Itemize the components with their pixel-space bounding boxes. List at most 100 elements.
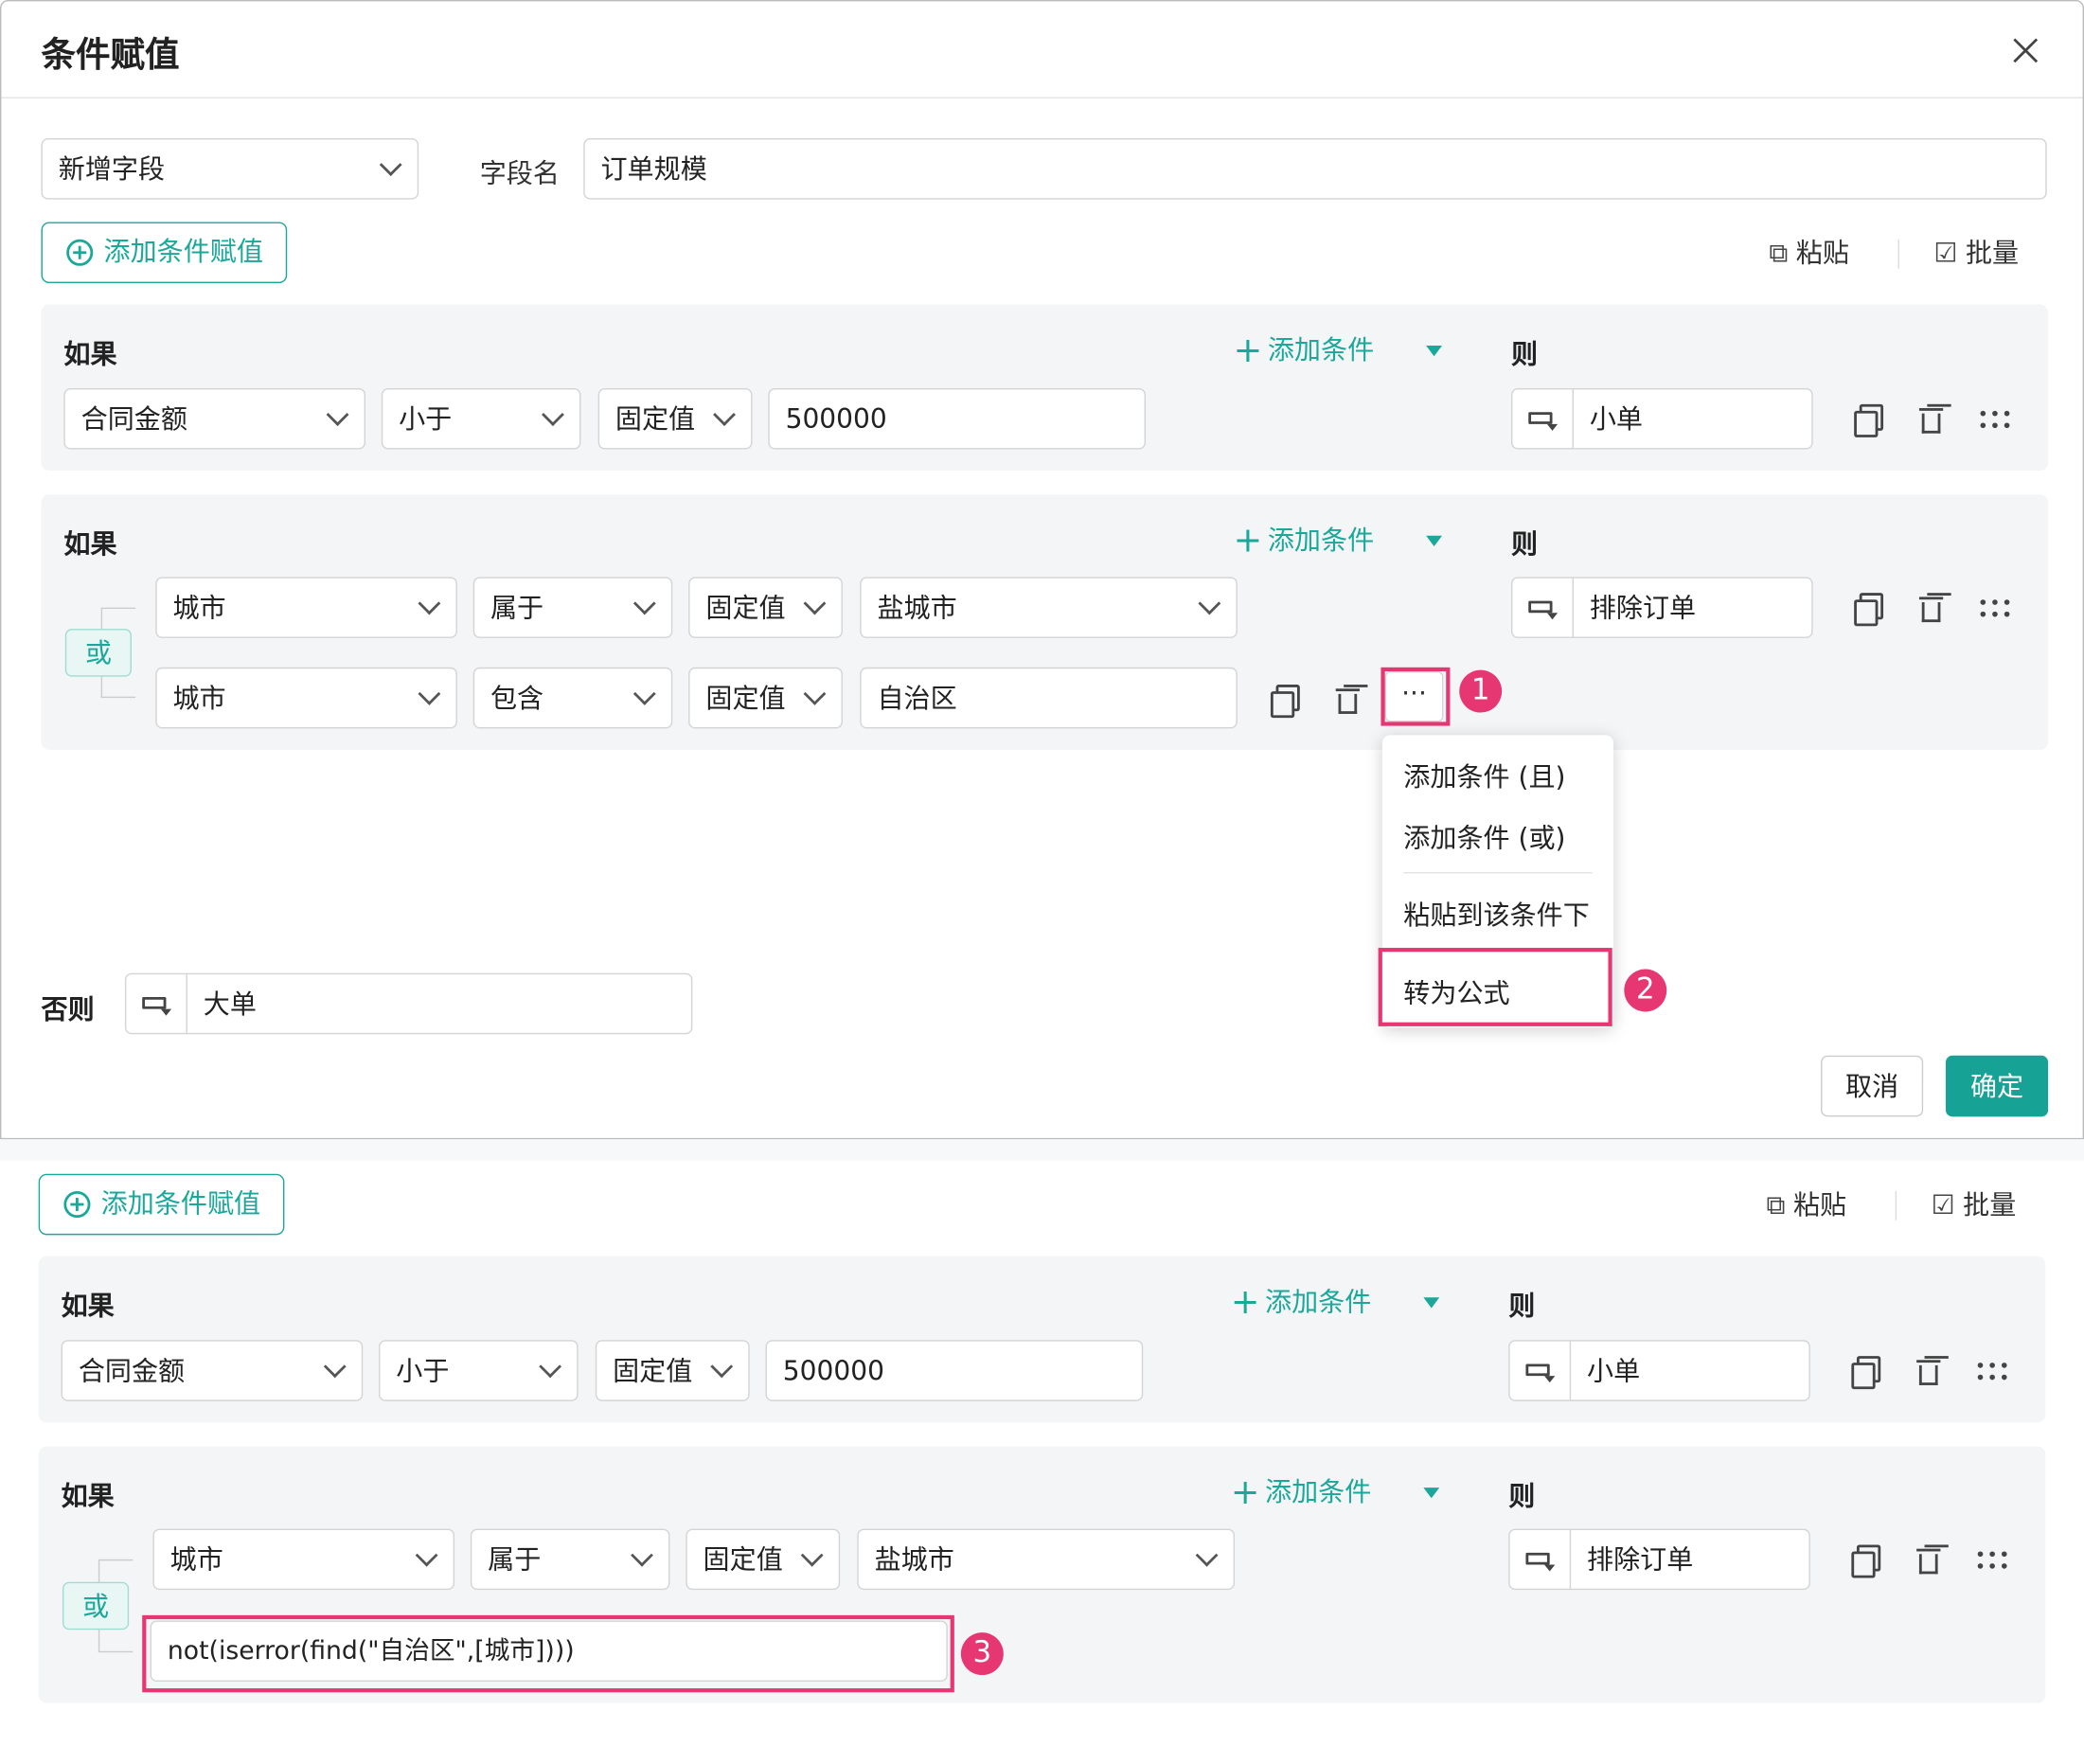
drag-handle-icon[interactable] (1980, 599, 2013, 618)
result-input[interactable]: 小单 (1511, 387, 1813, 450)
value-type-select[interactable]: 固定值 (595, 1340, 750, 1401)
value-type-icon[interactable] (1510, 1530, 1572, 1589)
condition-value-input[interactable]: 自治区 (860, 667, 1238, 729)
operator-select[interactable]: 包含 (472, 667, 673, 729)
caret-down-icon[interactable] (1426, 346, 1443, 357)
paste-button[interactable]: ⧉ 粘贴 (1767, 1185, 1847, 1222)
or-badge[interactable]: 或 (64, 629, 132, 677)
result-input[interactable]: 小单 (1508, 1340, 1810, 1401)
add-condition-label: 添加条件 (1267, 333, 1375, 366)
result-input[interactable]: 排除订单 (1511, 577, 1813, 638)
add-condition-button[interactable]: + 添加条件 (1231, 1473, 1372, 1511)
caret-down-icon[interactable] (1423, 1488, 1440, 1499)
chevron-down-icon (632, 592, 656, 615)
drag-handle-icon[interactable] (1980, 410, 2013, 430)
or-badge[interactable]: 或 (62, 1581, 130, 1630)
trash-icon[interactable] (1916, 1356, 1941, 1385)
drag-handle-icon[interactable] (1977, 1551, 2010, 1570)
operator-select[interactable]: 属于 (472, 577, 673, 638)
field-mode-value: 新增字段 (58, 152, 166, 186)
caret-down-icon[interactable] (1426, 535, 1443, 547)
condition-value-select[interactable]: 盐城市 (857, 1528, 1236, 1591)
copy-icon[interactable] (1851, 1544, 1881, 1578)
add-condition-label: 添加条件 (1265, 1285, 1372, 1318)
menu-add-or[interactable]: 添加条件 (或) (1403, 816, 1565, 855)
trash-icon[interactable] (1918, 593, 1944, 623)
field-value: 城市 (172, 591, 226, 624)
field-select[interactable]: 合同金额 (61, 1340, 364, 1401)
copy-icon[interactable] (1270, 685, 1300, 719)
value-type-icon[interactable] (1512, 578, 1574, 637)
drag-handle-icon[interactable] (1977, 1363, 2010, 1381)
batch-button[interactable]: ☑ 批量 (1932, 1185, 2017, 1222)
add-condition-button[interactable]: + 添加条件 (1231, 1283, 1372, 1322)
copy-icon[interactable] (1854, 593, 1884, 627)
paste-icon: ⧉ (1769, 236, 1789, 269)
copy-icon[interactable] (1851, 1356, 1881, 1390)
value-type-value: 固定值 (705, 682, 786, 714)
result-input[interactable]: 排除订单 (1508, 1528, 1810, 1591)
operator-value: 属于 (488, 1543, 542, 1576)
condition-value-input[interactable]: 500000 (768, 387, 1146, 450)
divider (1895, 1190, 1897, 1221)
add-condition-button[interactable]: + 添加条件 (1234, 521, 1375, 560)
value-type-icon[interactable] (126, 974, 187, 1033)
then-label: 则 (1508, 1289, 1536, 1322)
value-type-icon[interactable] (1510, 1341, 1572, 1400)
trash-icon[interactable] (1335, 685, 1360, 714)
copy-icon[interactable] (1854, 403, 1884, 437)
value-type-select[interactable]: 固定值 (686, 1528, 841, 1591)
add-condition-button[interactable]: + 添加条件 (1234, 331, 1375, 370)
operator-value: 小于 (399, 402, 453, 436)
paste-label: 粘贴 (1795, 236, 1849, 269)
field-select[interactable]: 城市 (155, 577, 457, 638)
divider (1897, 239, 1899, 269)
value-type-icon[interactable] (1512, 389, 1574, 449)
field-select[interactable]: 合同金额 (63, 387, 366, 450)
value-type-select[interactable]: 固定值 (597, 387, 753, 450)
caret-down-icon[interactable] (1423, 1297, 1440, 1309)
operator-select[interactable]: 属于 (470, 1528, 670, 1591)
chevron-down-icon (632, 682, 656, 705)
condition-value-input[interactable]: 500000 (765, 1340, 1144, 1401)
add-condition-assign-button[interactable]: 添加条件赋值 (41, 222, 288, 284)
batch-label: 批量 (1965, 236, 2020, 269)
condition-value-select[interactable]: 盐城市 (860, 577, 1238, 638)
menu-paste-under[interactable]: 粘贴到该条件下 (1403, 893, 1590, 932)
field-value: 合同金额 (80, 402, 187, 436)
operator-select[interactable]: 小于 (381, 387, 581, 450)
chevron-down-icon (800, 1543, 824, 1567)
chevron-down-icon (710, 1355, 734, 1379)
cancel-button[interactable]: 取消 (1821, 1055, 1924, 1117)
paste-button[interactable]: ⧉ 粘贴 (1769, 234, 1849, 271)
close-icon[interactable] (2004, 30, 2047, 73)
field-select[interactable]: 城市 (152, 1528, 455, 1591)
batch-button[interactable]: ☑ 批量 (1933, 234, 2019, 271)
trash-icon[interactable] (1918, 404, 1944, 434)
if-label: 如果 (61, 1289, 115, 1322)
separator-strip (0, 1139, 2084, 1161)
trash-icon[interactable] (1916, 1544, 1941, 1575)
confirm-button[interactable]: 确定 (1946, 1055, 2049, 1117)
batch-edit-icon: ☑ (1933, 236, 1958, 269)
result-panel: 添加条件赋值 ⧉ 粘贴 ☑ 批量 如果 + 添加条件 则 合同金额 小于 固定值 50… (0, 1160, 2084, 1764)
menu-add-and[interactable]: 添加条件 (且) (1403, 755, 1565, 793)
batch-label: 批量 (1963, 1188, 2017, 1221)
value-type-select[interactable]: 固定值 (688, 577, 843, 638)
field-value: 城市 (169, 1543, 223, 1576)
add-condition-assign-button[interactable]: 添加条件赋值 (38, 1173, 285, 1236)
value-type-value: 固定值 (703, 1543, 783, 1576)
field-mode-select[interactable]: 新增字段 (41, 138, 419, 200)
field-name-input[interactable]: 订单规模 (583, 138, 2047, 200)
condition-assign-dialog: 条件赋值 新增字段 字段名 订单规模 添加条件赋值 ⧉ 粘贴 ☑ 批量 如果 + 添加… (0, 0, 2084, 1140)
value-type-select[interactable]: 固定值 (688, 667, 843, 729)
paste-icon: ⧉ (1766, 1188, 1786, 1221)
plus-circle-icon (63, 1190, 91, 1219)
highlight-formula (142, 1614, 954, 1693)
if-label: 如果 (63, 527, 117, 561)
else-result-input[interactable]: 大单 (124, 972, 693, 1035)
field-select[interactable]: 城市 (155, 667, 457, 729)
chevron-down-icon (539, 1355, 562, 1379)
operator-select[interactable]: 小于 (379, 1340, 579, 1401)
menu-divider (1403, 872, 1593, 874)
